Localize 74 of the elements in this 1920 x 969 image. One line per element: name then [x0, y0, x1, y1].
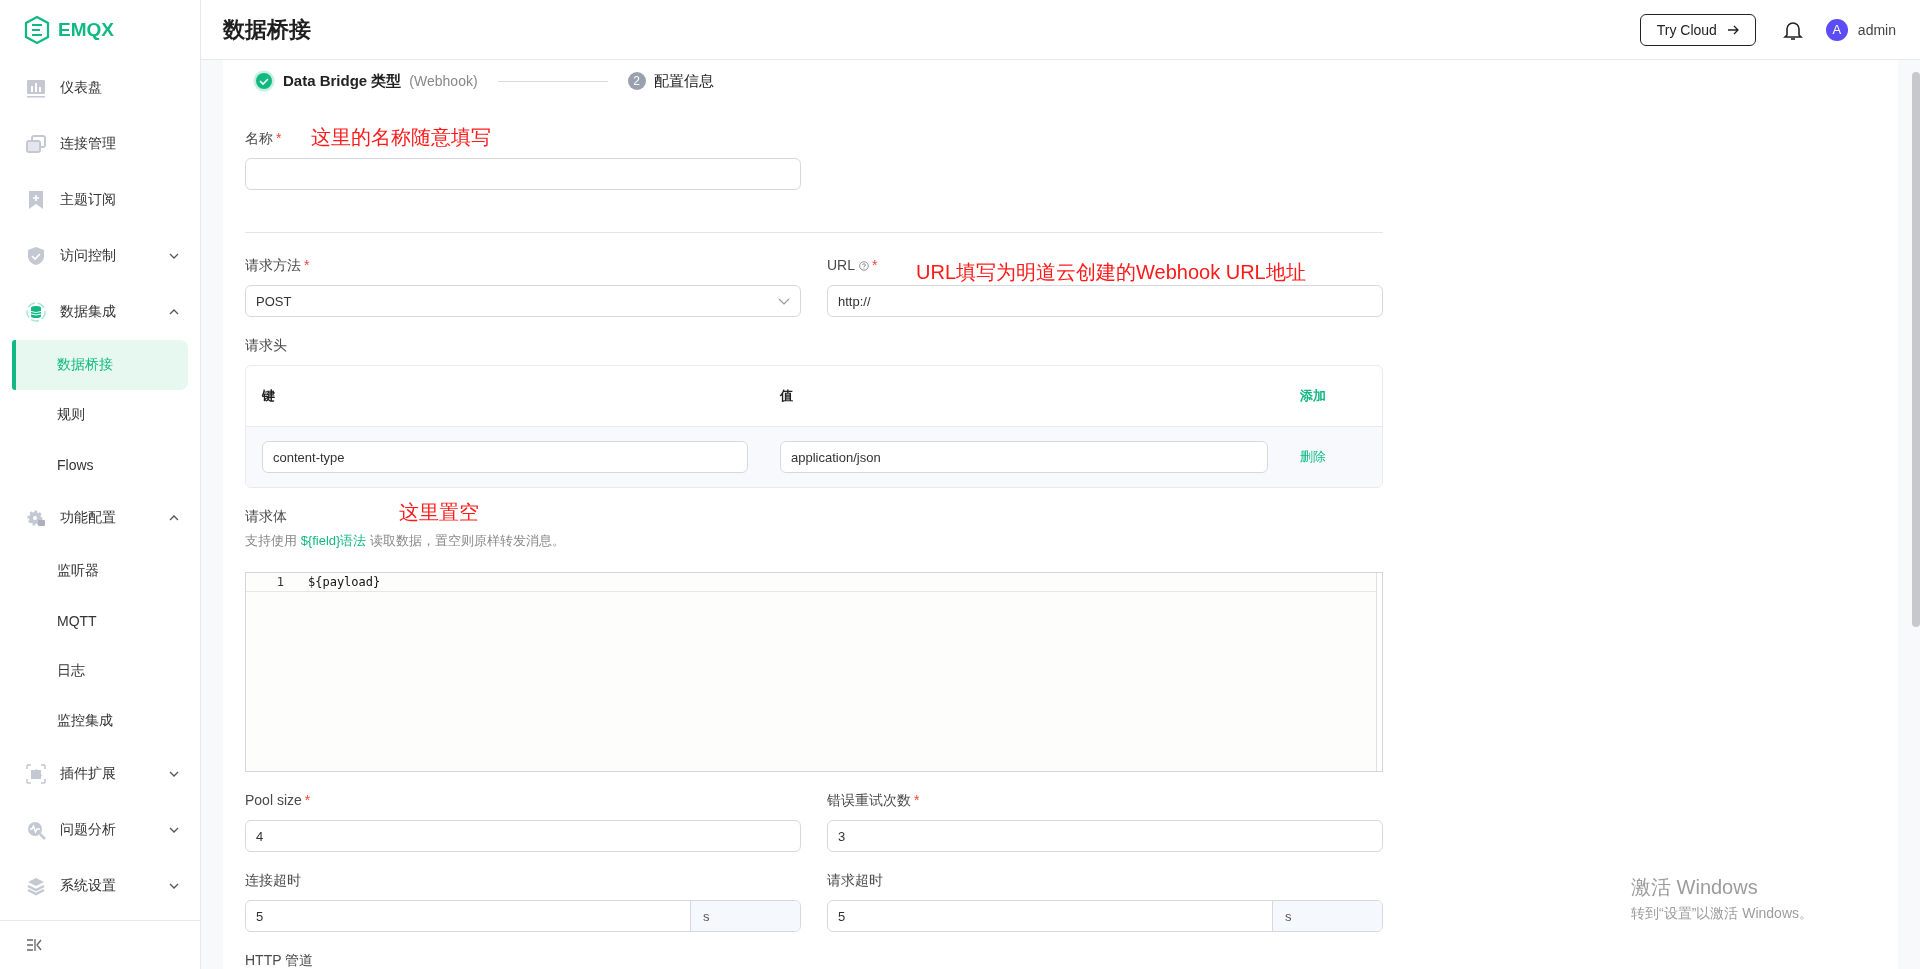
bookmark-icon [26, 190, 46, 210]
chart-icon [26, 78, 46, 98]
required-mark: * [276, 130, 282, 146]
input-field[interactable]: application/json [780, 441, 1268, 473]
page-title: 数据桥接 [223, 15, 312, 44]
code-line: ${payload} [308, 575, 381, 589]
nav-subitem[interactable]: 监听器 [0, 546, 200, 596]
required-mark: * [304, 792, 311, 808]
hint-text: 支持使用 ${field}语法 读取数据，置空则原样转发消息。 [245, 532, 566, 550]
nav-item[interactable]: 连接管理 [0, 116, 200, 172]
required-mark: * [872, 257, 878, 273]
field-label: 请求头 [245, 337, 287, 353]
nav-item[interactable]: 访问控制 [0, 228, 200, 284]
nav-item[interactable]: 仪表盘 [0, 60, 200, 116]
nav-subitem[interactable]: 规则 [0, 390, 200, 440]
nav-item[interactable]: 功能配置 [0, 490, 200, 546]
unit-label: s [1272, 901, 1382, 931]
annotation-text: 这里的名称随意填写 [311, 125, 491, 150]
annotation-text: 这里置空 [399, 500, 479, 525]
step-number: 2 [627, 72, 646, 90]
gear-icon [26, 508, 46, 528]
logo-text: EMQX [58, 19, 114, 41]
input-field[interactable]: 5 s [827, 900, 1383, 932]
try-cloud-button[interactable]: Try Cloud [1639, 13, 1756, 46]
input-field[interactable] [245, 158, 801, 190]
line-number: 1 [275, 575, 284, 589]
puzzle-icon [26, 764, 46, 784]
nav-subitem[interactable]: 日志 [0, 646, 200, 696]
magnifier-icon [26, 820, 46, 840]
nav-subitem[interactable]: 监控集成 [0, 696, 200, 746]
logo-icon [24, 16, 50, 44]
input-field[interactable]: 3 [827, 820, 1383, 852]
nav-item[interactable]: 插件扩展 [0, 746, 200, 802]
activation-text: 转到“设置”以激活 Windows。 [1631, 905, 1813, 923]
nav-item[interactable]: 问题分析 [0, 802, 200, 858]
column-header: 值 [780, 387, 794, 405]
step-title: Data Bridge 类型 [283, 71, 402, 91]
user-name[interactable]: admin [1857, 21, 1896, 38]
code-editor[interactable]: 1 ${payload} [245, 572, 1383, 772]
step-subtitle: (Webhook) [409, 73, 478, 89]
field-label: URL [827, 257, 855, 273]
field-label: 错误重试次数 [827, 792, 911, 808]
arrow-right-icon [1726, 24, 1739, 35]
annotation-text: URL填写为明道云创建的Webhook URL地址 [916, 260, 1306, 285]
step-title: 配置信息 [653, 71, 714, 91]
input-field[interactable]: 5 s [245, 900, 801, 932]
field-label: 名称 [245, 130, 273, 146]
activation-title: 激活 Windows [1631, 875, 1759, 900]
nav-item[interactable]: 系统设置 [0, 858, 200, 914]
select-field[interactable]: POST [245, 285, 801, 317]
layers-icon [26, 876, 46, 896]
field-label: 连接超时 [245, 872, 301, 888]
field-label: 请求超时 [827, 872, 883, 888]
nav-item[interactable]: 主题订阅 [0, 172, 200, 228]
database-icon [26, 302, 46, 322]
field-label: 请求体 [245, 508, 287, 524]
avatar[interactable]: A [1825, 18, 1848, 41]
field-label: 请求方法 [245, 257, 301, 273]
input-field[interactable]: content-type [262, 441, 748, 473]
scrollbar[interactable] [1912, 72, 1920, 627]
input-field[interactable]: http:// [827, 285, 1383, 317]
collapse-icon [26, 938, 42, 952]
nav-item[interactable]: 数据集成 [0, 284, 200, 340]
unit-label: s [690, 901, 800, 931]
column-header: 键 [262, 387, 276, 405]
shield-icon [26, 246, 46, 266]
nav-subitem[interactable]: MQTT [0, 596, 200, 646]
nav-subitem[interactable]: Flows [0, 440, 200, 490]
windows-icon [26, 134, 46, 154]
input-field[interactable]: 4 [245, 820, 801, 852]
field-label: HTTP 管道 [245, 952, 314, 968]
field-label: Pool size [245, 792, 302, 808]
required-mark: * [914, 792, 920, 808]
required-mark: * [304, 257, 310, 273]
